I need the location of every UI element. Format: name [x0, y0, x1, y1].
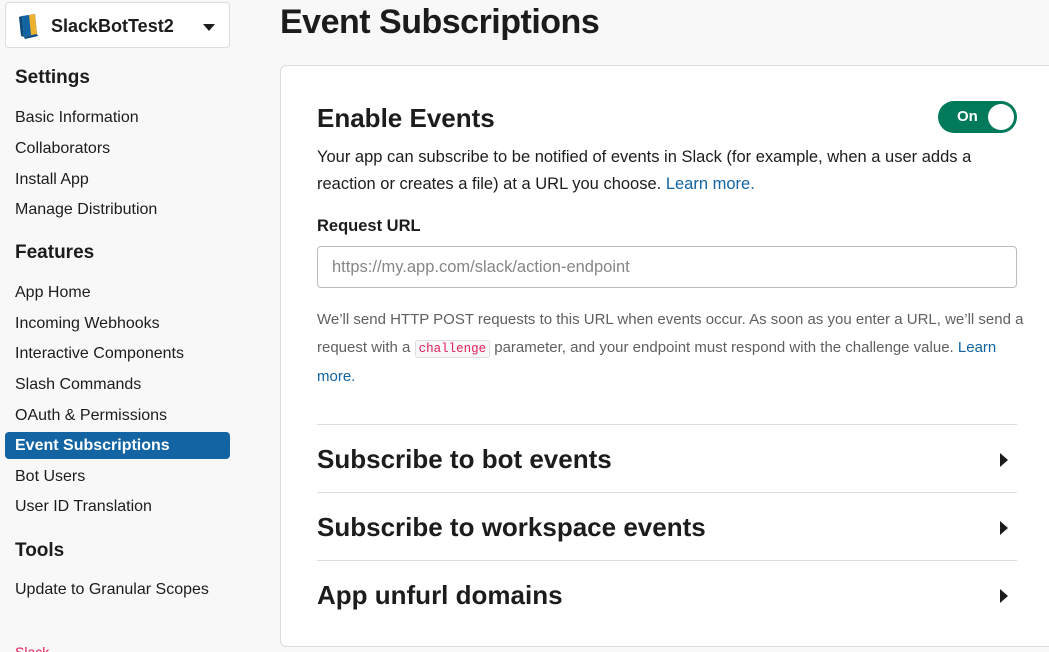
sidebar-item-manage-distribution[interactable]: Manage Distribution	[5, 196, 230, 223]
expand-arrow-icon	[1000, 453, 1008, 467]
enable-events-title: Enable Events	[317, 103, 495, 133]
sidebar-item-oauth-permissions[interactable]: OAuth & Permissions	[5, 402, 230, 429]
request-url-label: Request URL	[317, 217, 421, 235]
app-unfurl-domains-expander[interactable]: App unfurl domains	[317, 561, 1017, 627]
sidebar: SlackBotTest2 Settings Basic Information…	[0, 0, 240, 652]
section-title-settings: Settings	[15, 67, 90, 88]
section-title-tools: Tools	[15, 540, 65, 561]
sidebar-item-interactive-components[interactable]: Interactive Components	[5, 340, 230, 367]
sidebar-item-update-granular-scopes[interactable]: Update to Granular Scopes	[5, 576, 230, 603]
description-text: Your app can subscribe to be notified of…	[317, 148, 972, 193]
page-title: Event Subscriptions	[280, 3, 600, 41]
challenge-code: challenge	[414, 340, 491, 358]
sidebar-item-incoming-webhooks[interactable]: Incoming Webhooks	[5, 310, 230, 337]
toggle-knob	[988, 104, 1014, 130]
app-book-icon	[18, 13, 42, 39]
sidebar-item-app-home[interactable]: App Home	[5, 279, 230, 306]
expand-arrow-icon	[1000, 589, 1008, 603]
section-title-features: Features	[15, 242, 95, 263]
sidebar-item-event-subscriptions[interactable]: Event Subscriptions	[5, 432, 230, 459]
sidebar-item-bot-users[interactable]: Bot Users	[5, 463, 230, 490]
sidebar-item-basic-information[interactable]: Basic Information	[5, 104, 230, 131]
app-unfurl-domains-title: App unfurl domains	[317, 580, 563, 610]
slack-footer-link[interactable]: Slack	[15, 644, 49, 652]
subscribe-workspace-events-title: Subscribe to workspace events	[317, 512, 706, 542]
event-subscriptions-card: Enable Events On Your app can subscribe …	[280, 65, 1049, 647]
sidebar-item-collaborators[interactable]: Collaborators	[5, 135, 230, 162]
sidebar-item-user-id-translation[interactable]: User ID Translation	[5, 493, 230, 520]
subscribe-bot-events-expander[interactable]: Subscribe to bot events	[317, 425, 1017, 491]
subscribe-bot-events-title: Subscribe to bot events	[317, 444, 612, 474]
expand-arrow-icon	[1000, 521, 1008, 535]
enable-events-description: Your app can subscribe to be notified of…	[317, 144, 1027, 198]
subscribe-workspace-events-expander[interactable]: Subscribe to workspace events	[317, 493, 1017, 559]
sidebar-item-slash-commands[interactable]: Slash Commands	[5, 371, 230, 398]
learn-more-link[interactable]: Learn more.	[666, 175, 755, 193]
request-url-help: We’ll send HTTP POST requests to this UR…	[317, 306, 1027, 391]
toggle-label: On	[957, 108, 978, 125]
request-url-input[interactable]	[317, 246, 1017, 288]
app-name: SlackBotTest2	[51, 16, 174, 36]
enable-events-toggle[interactable]: On	[938, 101, 1017, 133]
app-selector[interactable]: SlackBotTest2	[5, 2, 230, 48]
help-text-after: parameter, and your endpoint must respon…	[494, 339, 954, 356]
sidebar-item-install-app[interactable]: Install App	[5, 166, 230, 193]
chevron-down-icon	[203, 24, 215, 31]
